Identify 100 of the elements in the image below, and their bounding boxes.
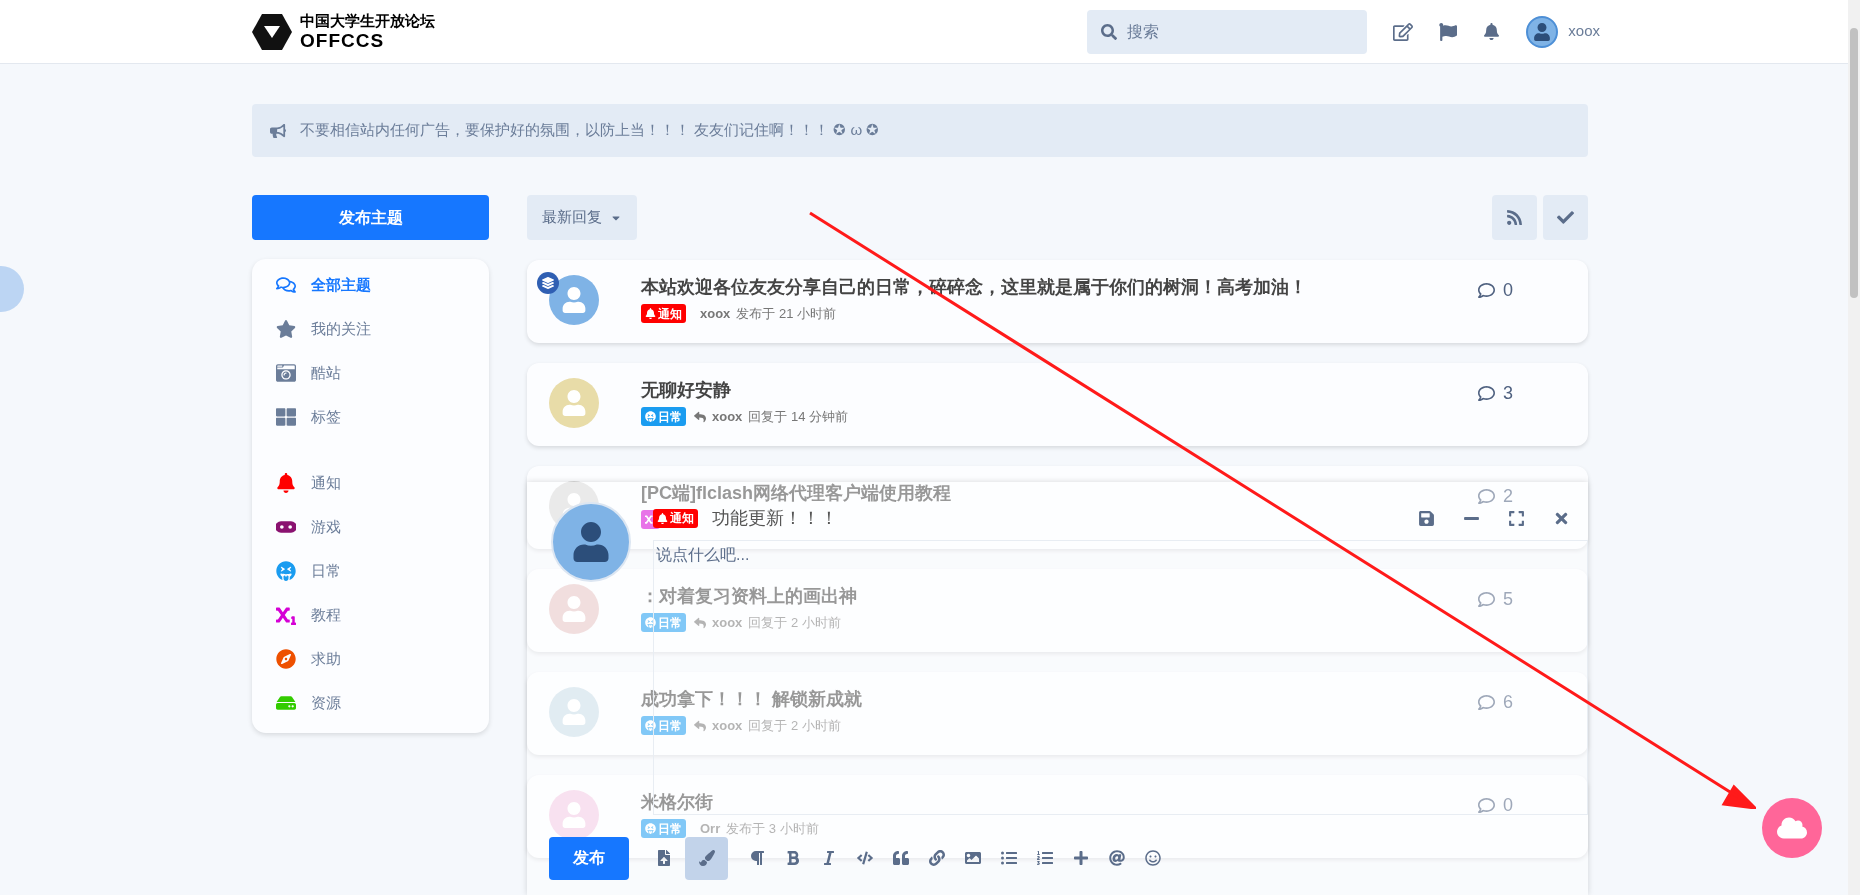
bell-icon [645,308,656,320]
grin-face-icon [645,720,656,732]
notification-icon[interactable] [1483,23,1501,40]
code-icon [857,850,873,866]
comment-count: 0 [1503,794,1513,817]
at-icon [1109,850,1125,866]
title-field[interactable]: 功能更新！！！ [712,504,1418,532]
comment-icon [1478,282,1495,299]
post-card[interactable]: ：对着复习资料上的画出神 日常 xoox 回复于 2 小时前 5 [527,569,1588,652]
save-icon[interactable] [1418,509,1435,527]
author-avatar[interactable] [549,275,599,325]
flag-icon[interactable] [1439,22,1458,41]
person-silhouette-icon [571,522,611,562]
rss-icon [1506,209,1523,226]
post-time: 回复于 2 小时前 [748,614,841,632]
sidebar-item[interactable]: 求助 [252,637,489,681]
author-name[interactable]: xoox [700,304,731,324]
person-silhouette-icon [561,699,587,725]
person-silhouette-icon [561,287,587,313]
comment-count: 5 [1503,588,1513,611]
post-card[interactable]: 无聊好安静 日常 xoox 回复于 14 分钟前 3 [527,363,1588,446]
comment-count: 3 [1503,382,1513,405]
paragraph-icon [749,850,765,866]
author-name[interactable]: Orr [700,819,721,839]
post-time: 回复于 2 小时前 [748,717,841,735]
sidebar-item[interactable]: 教程 [252,593,489,637]
rss-button[interactable] [1492,195,1537,240]
tag-label[interactable]: 日常 [641,407,686,427]
sidebar-item[interactable]: 酷站 [252,351,489,395]
comments-icon [276,275,296,295]
person-silhouette-icon [561,596,587,622]
post-time: 回复于 14 分钟前 [748,408,849,426]
grin-face-icon [645,617,656,629]
comment-count: 0 [1503,279,1513,302]
check-icon [1557,209,1574,226]
notice-text: 不要相信站内任何广告，要保护好的氛围，以防上当！！！ 友友们记住啊！！！ ✪ ω ✪ [300,120,880,141]
numbered-list-icon [1037,850,1053,866]
person-silhouette-icon [561,802,587,828]
comment-icon [1478,591,1495,608]
sidebar-item[interactable]: 资源 [252,681,489,725]
logo-icon [252,13,292,50]
comment-icon [1478,385,1495,402]
author-avatar[interactable] [549,790,599,840]
site-name: 中国大学生开放论坛 [300,13,435,28]
sidebar-item[interactable]: 我的关注 [252,307,489,351]
search-field[interactable]: 搜索 [1087,9,1368,54]
submit-button[interactable]: 发布 [549,836,629,880]
user-avatar[interactable] [1526,15,1559,48]
camera-icon [276,363,296,383]
author-name[interactable]: xoox [712,407,743,427]
sidebar-item[interactable]: 通知 [252,461,489,505]
compose-icon[interactable] [1393,21,1414,42]
post-time: 发布于 21 小时前 [736,305,837,323]
comment-icon [1478,488,1495,505]
star-icon [276,319,296,339]
search-icon [1101,23,1118,40]
bold-icon [785,850,801,866]
sidebar-item[interactable]: 日常 [252,549,489,593]
quote-icon [893,850,909,866]
sidebar-item[interactable]: 游戏 [252,505,489,549]
person-silhouette-icon [1533,22,1552,41]
layers-icon [542,277,554,289]
comment-count: 2 [1503,485,1513,508]
plus-icon [1073,850,1089,866]
cloud-button[interactable] [1762,798,1822,858]
bell-icon [657,512,668,524]
italic-icon [821,850,837,866]
site-code: OFFCCS [300,31,386,50]
sidebar-item[interactable]: 标签 [252,395,489,439]
post-card[interactable]: 成功拿下！！！ 解锁新成就 日常 xoox 回复于 2 小时前 6 [527,672,1588,755]
fullscreen-icon[interactable] [1508,509,1525,527]
post-time: 发布于 3 小时前 [726,820,819,838]
grid-icon [276,407,296,427]
sidebar-item[interactable]: 全部主题 [252,263,489,307]
new-topic-button[interactable]: 发布主题 [252,195,489,240]
reply-icon [694,410,706,423]
post-title[interactable]: 无聊好安静 [641,378,731,402]
image-icon [965,850,981,866]
comment-icon [1478,797,1495,814]
bullet-list-icon [1001,850,1017,866]
comment-icon [1478,694,1495,711]
brush-icon [698,850,715,866]
comment-count: 6 [1503,691,1513,714]
smile-icon [1145,850,1161,866]
mark-read-button[interactable] [1543,195,1588,240]
reply-icon [694,719,706,732]
username[interactable]: xoox [1568,20,1600,43]
grin-face-icon [645,823,656,835]
file-upload-icon [656,850,672,866]
author-name[interactable]: xoox [712,613,743,633]
toolbar-button[interactable] [685,836,728,880]
tag-label[interactable]: 通知 [641,304,686,324]
sort-dropdown[interactable]: 最新回复 [527,195,637,240]
author-name[interactable]: xoox [712,716,743,736]
reply-icon [694,616,706,629]
post-title[interactable]: [PC端]flclash网络代理客户端使用教程 [641,481,952,505]
grin-face-icon [645,411,656,423]
megaphone-icon [270,122,286,139]
link-icon [929,850,945,866]
person-silhouette-icon [561,390,587,416]
